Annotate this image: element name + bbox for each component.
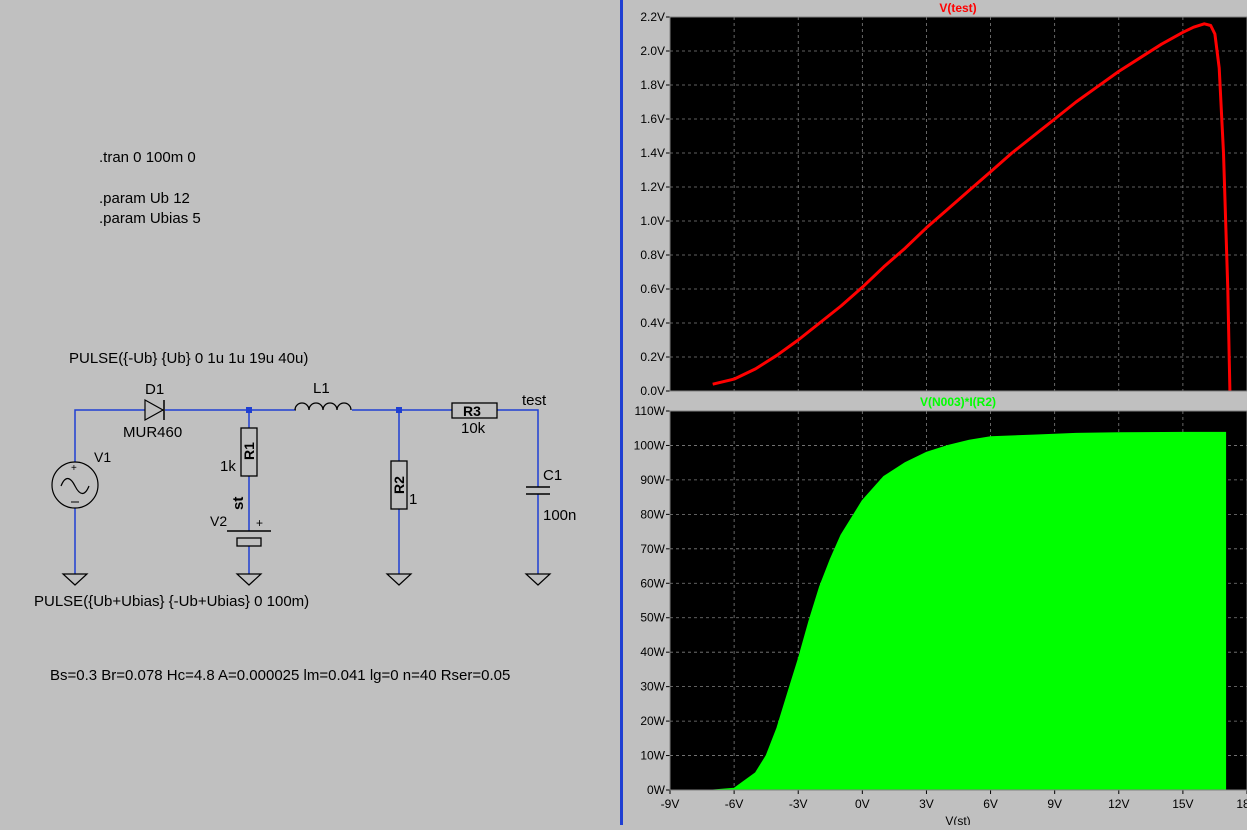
top-plot-area[interactable] — [670, 17, 1247, 391]
y-tick-label: 40W — [640, 645, 665, 659]
top-trace-title[interactable]: V(test) — [939, 1, 976, 15]
y-tick-label: 110W — [635, 404, 666, 418]
ground-symbol — [61, 573, 89, 586]
y-tick-label: 0.2V — [640, 350, 665, 364]
junction-dot — [396, 407, 402, 413]
y-tick-label: 90W — [640, 473, 665, 487]
c1-value[interactable]: 100n — [543, 507, 576, 524]
v1-label[interactable]: V1 — [94, 449, 111, 465]
ground-symbol — [524, 573, 552, 586]
x-tick-label: 3V — [919, 797, 934, 811]
y-tick-label: 1.4V — [640, 146, 665, 160]
l1-label[interactable]: L1 — [313, 380, 330, 397]
d1-diode[interactable] — [144, 398, 165, 422]
x-tick-label: 18V — [1236, 797, 1247, 811]
v2-source[interactable] — [227, 530, 271, 547]
st-net-label[interactable]: st — [230, 497, 247, 510]
waveform-viewer[interactable]: 0.0V 0.2V 0.4V 0.6V 0.8V 1.0V 1.2V 1.4V 1.6V 1.8V… — [627, 0, 1247, 828]
x-tick-label: 12V — [1108, 797, 1129, 811]
r3-label[interactable]: R3 — [463, 403, 481, 419]
schematic-canvas[interactable]: .tran 0 100m 0 .param Ub 12 .param Ubias… — [0, 0, 617, 825]
r1-label[interactable]: R1 — [241, 442, 257, 460]
y-tick-label: 1.8V — [640, 78, 665, 92]
r3-value[interactable]: 10k — [461, 420, 486, 437]
y-tick-label: 30W — [640, 680, 665, 694]
d1-model[interactable]: MUR460 — [123, 424, 182, 441]
ground-symbol — [385, 573, 413, 586]
l1-inductor[interactable] — [294, 402, 352, 411]
x-tick-label: 0V — [855, 797, 870, 811]
y-tick-label: 0.4V — [640, 316, 665, 330]
y-tick-label: 0W — [647, 783, 666, 797]
x-ticks: -9V -6V -3V 0V 3V 6V 9V 12V 15V 18V — [661, 790, 1247, 811]
y-tick-label: 50W — [640, 611, 665, 625]
c1-capacitor[interactable] — [526, 486, 550, 495]
y-tick-label: 1.0V — [640, 214, 665, 228]
v2-plus-mark: + — [256, 516, 263, 530]
y-tick-label: 70W — [640, 542, 665, 556]
y-tick-label: 2.0V — [640, 44, 665, 58]
param-ubias-directive[interactable]: .param Ubias 5 — [99, 210, 201, 227]
x-tick-label: 15V — [1172, 797, 1193, 811]
y-tick-label: 60W — [640, 576, 665, 590]
v1-source[interactable]: + — [51, 461, 99, 509]
v1-pulse-value[interactable]: PULSE({-Ub} {Ub} 0 1u 1u 19u 40u) — [69, 350, 308, 367]
d1-label[interactable]: D1 — [145, 381, 164, 398]
x-tick-label: -3V — [789, 797, 808, 811]
y-tick-label: 0.0V — [640, 384, 665, 398]
tran-directive[interactable]: .tran 0 100m 0 — [99, 149, 196, 166]
v1-plus-mark: + — [71, 463, 77, 474]
x-axis-label[interactable]: V(st) — [945, 814, 970, 828]
y-tick-label: 1.6V — [640, 112, 665, 126]
r2-label[interactable]: R2 — [391, 476, 407, 494]
y-tick-label: 0.6V — [640, 282, 665, 296]
r2-value[interactable]: 1 — [409, 491, 417, 508]
r1-value[interactable]: 1k — [220, 458, 236, 475]
y-tick-label: 0.8V — [640, 248, 665, 262]
test-net-label[interactable]: test — [522, 392, 547, 409]
v2-label[interactable]: V2 — [210, 513, 227, 529]
x-tick-label: 6V — [983, 797, 998, 811]
y-tick-label: 20W — [640, 714, 665, 728]
x-tick-label: -6V — [725, 797, 744, 811]
x-tick-label: 9V — [1047, 797, 1062, 811]
y-tick-label: 100W — [634, 438, 666, 452]
y-tick-label: 2.2V — [640, 10, 665, 24]
top-y-ticks: 0.0V 0.2V 0.4V 0.6V 0.8V 1.0V 1.2V 1.4V 1.6V 1.8V… — [640, 10, 670, 398]
pane-separator[interactable] — [617, 0, 627, 825]
param-ub-directive[interactable]: .param Ub 12 — [99, 190, 190, 207]
ground-symbol — [235, 573, 263, 586]
y-tick-label: 80W — [640, 507, 665, 521]
v2-pulse-value[interactable]: PULSE({Ub+Ubias} {-Ub+Ubias} 0 100m) — [34, 593, 309, 610]
bottom-trace-title[interactable]: V(N003)*I(R2) — [920, 395, 996, 409]
y-tick-label: 10W — [640, 749, 665, 763]
x-tick-label: -9V — [661, 797, 680, 811]
bottom-y-ticks: 0W 10W 20W 30W 40W 50W 60W 70W 80W 90W 100W 110W — [634, 404, 670, 797]
waveform-canvas[interactable]: 0.0V 0.2V 0.4V 0.6V 0.8V 1.0V 1.2V 1.4V 1.6V 1.8V… — [627, 0, 1247, 828]
schematic-editor[interactable]: .tran 0 100m 0 .param Ub 12 .param Ubias… — [0, 0, 617, 825]
y-tick-label: 1.2V — [640, 180, 665, 194]
junction-dot — [246, 407, 252, 413]
c1-label[interactable]: C1 — [543, 467, 562, 484]
inductor-model-params[interactable]: Bs=0.3 Br=0.078 Hc=4.8 A=0.000025 lm=0.0… — [50, 667, 510, 684]
